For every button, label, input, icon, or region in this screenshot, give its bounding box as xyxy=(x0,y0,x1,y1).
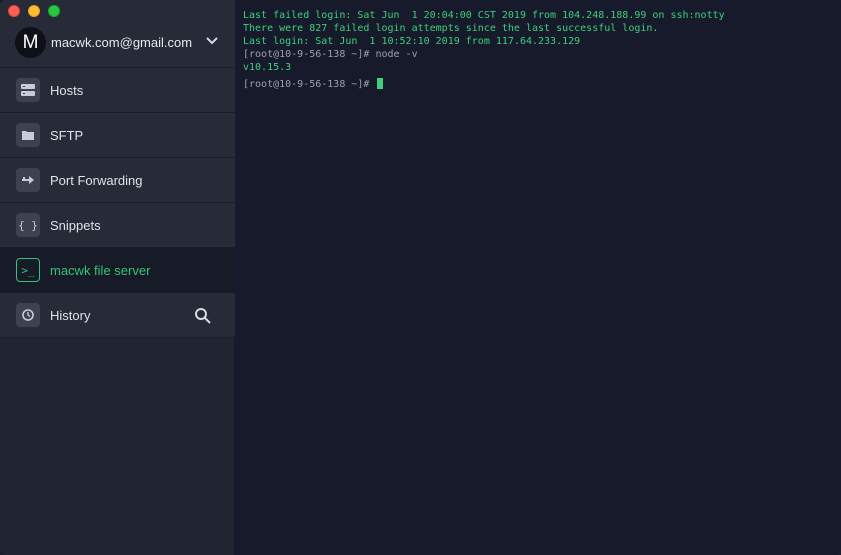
terminal-line: Last failed login: Sat Jun 1 20:04:00 CS… xyxy=(243,10,725,21)
sidebar-item-label: Port Forwarding xyxy=(50,172,143,188)
terminal-prompt-line[interactable]: [root@10-9-56-138 ~]# xyxy=(243,74,841,92)
terminal-cursor xyxy=(377,78,384,89)
sidebar-nav: Hosts SFTP Port Forwarding { } Snippets … xyxy=(0,68,235,338)
sidebar-item-label: Hosts xyxy=(50,82,84,98)
avatar: M xyxy=(15,27,46,58)
chevron-down-icon[interactable] xyxy=(205,36,219,46)
minimize-window-button[interactable] xyxy=(28,5,40,17)
sidebar-item-label: History xyxy=(50,307,91,323)
account-email: macwk.com@gmail.com xyxy=(51,35,193,50)
terminal-line: v10.15.3 xyxy=(243,62,292,73)
sidebar-item-macwk-file-server[interactable]: >_ macwk file server xyxy=(0,248,235,293)
zoom-window-button[interactable] xyxy=(48,5,60,17)
port-forwarding-icon xyxy=(16,168,40,192)
close-window-button[interactable] xyxy=(8,5,20,17)
app-window: M macwk.com@gmail.com Hosts SFTP Port Fo… xyxy=(0,0,841,555)
terminal-icon: >_ xyxy=(16,258,40,282)
search-icon[interactable] xyxy=(194,307,211,324)
hosts-icon xyxy=(16,78,40,102)
snippets-icon: { } xyxy=(16,213,40,237)
sidebar-item-history[interactable]: History xyxy=(0,293,235,338)
sidebar-item-hosts[interactable]: Hosts xyxy=(0,68,235,113)
sidebar-item-label: SFTP xyxy=(50,127,84,143)
history-icon xyxy=(16,303,40,327)
window-controls xyxy=(8,5,60,17)
terminal-output[interactable]: Last failed login: Sat Jun 1 20:04:00 CS… xyxy=(235,0,841,555)
terminal-line: Last login: Sat Jun 1 10:52:10 2019 from… xyxy=(243,36,581,47)
sidebar-item-label: Snippets xyxy=(50,217,101,233)
terminal-line: There were 827 failed login attempts sin… xyxy=(243,23,659,34)
sidebar-item-sftp[interactable]: SFTP xyxy=(0,113,235,158)
folder-icon xyxy=(16,123,40,147)
sidebar-item-port-forwarding[interactable]: Port Forwarding xyxy=(0,158,235,203)
sidebar-item-snippets[interactable]: { } Snippets xyxy=(0,203,235,248)
terminal-prompt: [root@10-9-56-138 ~]# xyxy=(243,79,376,90)
sidebar: M macwk.com@gmail.com Hosts SFTP Port Fo… xyxy=(0,0,235,555)
terminal-line: [root@10-9-56-138 ~]# node -v xyxy=(243,49,418,60)
sidebar-item-label: macwk file server xyxy=(50,262,151,278)
